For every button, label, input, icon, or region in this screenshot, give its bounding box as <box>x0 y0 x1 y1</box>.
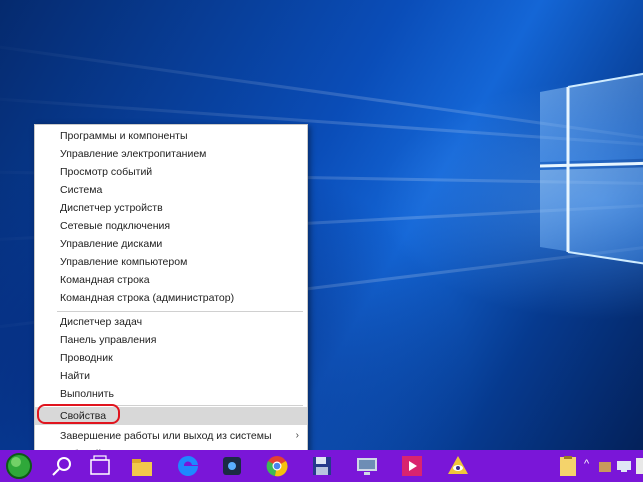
menu-item-command-prompt[interactable]: Командная строка <box>35 271 307 289</box>
menu-item-disk-management[interactable]: Управление дисками <box>35 235 307 253</box>
menu-item-system[interactable]: Система <box>35 181 307 199</box>
menu-item-network-connections[interactable]: Сетевые подключения <box>35 217 307 235</box>
monitor-app-icon[interactable] <box>355 454 379 478</box>
menu-item-run[interactable]: Выполнить <box>35 385 307 403</box>
video-app-icon[interactable] <box>400 454 424 478</box>
start-orb-icon[interactable] <box>5 452 33 480</box>
task-view-icon[interactable] <box>88 454 112 478</box>
network-icon[interactable] <box>616 459 632 473</box>
show-desktop-button[interactable] <box>636 458 643 474</box>
menu-item-event-viewer[interactable]: Просмотр событий <box>35 163 307 181</box>
taskbar: ^ <box>0 450 643 482</box>
menu-item-device-manager[interactable]: Диспетчер устройств <box>35 199 307 217</box>
highlight-ring <box>37 404 120 424</box>
package-icon[interactable] <box>598 459 612 473</box>
menu-item-computer-management[interactable]: Управление компьютером <box>35 253 307 271</box>
menu-item-task-manager[interactable]: Диспетчер задач <box>35 313 307 331</box>
menu-item-control-panel[interactable]: Панель управления <box>35 331 307 349</box>
edge-icon[interactable] <box>176 454 200 478</box>
menu-item-shutdown-label: Завершение работы или выход из системы <box>60 430 272 442</box>
menu-item-programs-and-features[interactable]: Программы и компоненты <box>35 127 307 145</box>
chrome-icon[interactable] <box>265 454 289 478</box>
eye-app-icon[interactable] <box>446 454 470 478</box>
menu-item-shutdown-or-signout[interactable]: Завершение работы или выход из системы › <box>35 427 307 445</box>
menu-item-search[interactable]: Найти <box>35 367 307 385</box>
media-icon[interactable] <box>220 454 244 478</box>
menu-item-command-prompt-admin[interactable]: Командная строка (администратор) <box>35 289 307 307</box>
file-explorer-icon[interactable] <box>130 454 154 478</box>
menu-item-file-explorer[interactable]: Проводник <box>35 349 307 367</box>
winx-context-menu: Программы и компоненты Управление электр… <box>34 124 308 468</box>
floppy-icon[interactable] <box>310 454 334 478</box>
menu-separator <box>57 311 303 312</box>
menu-item-power-options[interactable]: Управление электропитанием <box>35 145 307 163</box>
search-icon[interactable] <box>50 454 74 478</box>
notes-icon[interactable] <box>556 454 580 478</box>
windows-logo-icon <box>540 72 643 265</box>
tray-overflow-caret-icon[interactable]: ^ <box>584 458 589 470</box>
submenu-arrow-icon: › <box>295 430 299 441</box>
menu-item-properties[interactable]: Свойства <box>35 404 307 425</box>
